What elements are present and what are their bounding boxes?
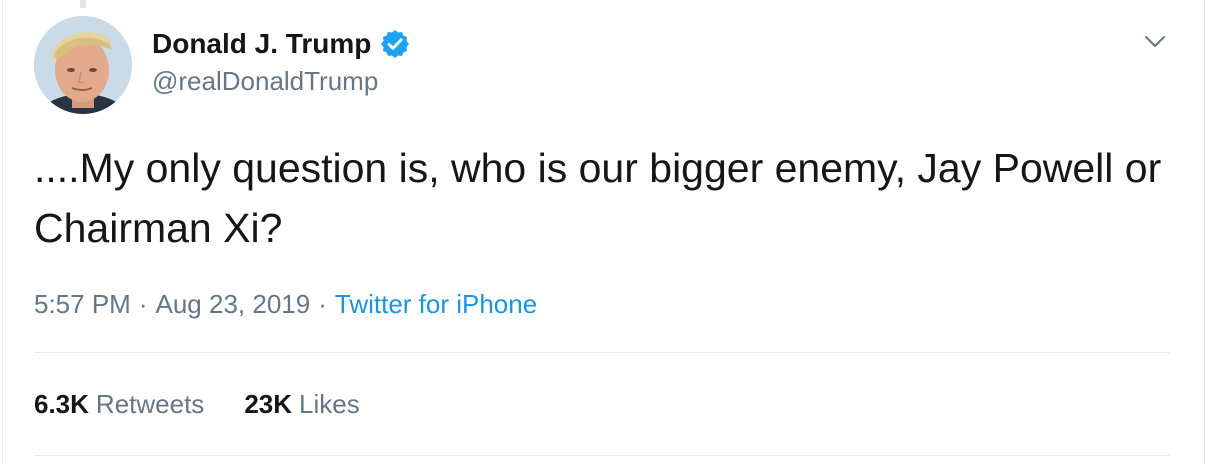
retweets-label: Retweets [95, 388, 205, 419]
avatar[interactable] [34, 16, 132, 114]
tweet-time[interactable]: 5:57 PM [34, 289, 131, 320]
display-name[interactable]: Donald J. Trump [152, 28, 371, 60]
meta-separator: · [138, 288, 148, 319]
tweet-source-link[interactable]: Twitter for iPhone [335, 289, 537, 320]
avatar-portrait-image [34, 16, 132, 114]
likes-label: Likes [299, 388, 360, 419]
verified-badge-icon [379, 28, 411, 60]
tweet-text: ....My only question is, who is our bigg… [34, 145, 1162, 251]
engagement-stats: 6.3K Retweets 23K Likes [34, 382, 360, 426]
meta-separator: · [318, 288, 327, 319]
divider [34, 352, 1170, 353]
name-row: Donald J. Trump [152, 24, 411, 64]
divider [34, 455, 1170, 456]
user-handle[interactable]: @realDonaldTrump [152, 66, 411, 97]
likes-stat[interactable]: 23K Likes [244, 389, 359, 420]
tweet-card: Donald J. Trump @realDonaldTrump ....My … [0, 0, 1212, 464]
retweets-stat[interactable]: 6.3K Retweets [34, 389, 204, 420]
author-info[interactable]: Donald J. Trump @realDonaldTrump [152, 24, 411, 97]
tweet-date[interactable]: Aug 23, 2019 [156, 289, 311, 320]
thread-connector [80, 0, 86, 8]
likes-count: 23K [244, 388, 293, 419]
card-left-border [2, 0, 3, 464]
chevron-down-icon[interactable] [1140, 26, 1170, 56]
tweet-metadata: 5:57 PM · Aug 23, 2019 · Twitter for iPh… [34, 282, 537, 326]
card-right-border [1204, 0, 1205, 464]
retweets-count: 6.3K [34, 388, 89, 419]
